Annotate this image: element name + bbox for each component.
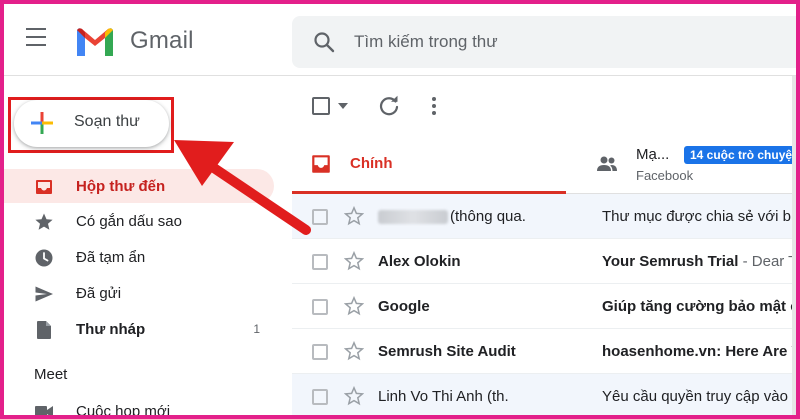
send-icon <box>35 286 53 302</box>
email-list: (thông qua. Thư mục được chia sẻ với b A… <box>292 194 796 415</box>
subject-text: Giúp tăng cường bảo mật c <box>602 298 799 315</box>
menu-line <box>26 28 46 30</box>
search-bar[interactable] <box>292 16 796 68</box>
inbox-icon <box>36 180 52 194</box>
refresh-icon[interactable] <box>378 95 400 117</box>
sidebar-item-starred[interactable]: Có gắn dấu sao <box>4 204 274 238</box>
email-row[interactable]: Linh Vo Thi Anh (th. Yêu cầu quyền truy … <box>292 374 796 415</box>
star-outline-icon[interactable] <box>344 341 364 361</box>
search-input[interactable] <box>354 28 774 56</box>
subject-text: Your Semrush Trial <box>602 253 739 270</box>
gmail-m-icon <box>77 28 113 56</box>
sidebar-item-label: Hộp thư đến <box>76 178 166 195</box>
email-sender: Alex Olokin <box>378 253 461 270</box>
select-all-checkbox[interactable] <box>312 97 330 115</box>
star-outline-icon[interactable] <box>344 296 364 316</box>
meet-section-title: Meet <box>34 366 68 383</box>
sidebar: Soạn thư Hộp thư đến Có gắn dấu sao Đã t… <box>4 76 292 419</box>
blurred-sender-name <box>378 210 448 225</box>
email-row[interactable]: (thông qua. Thư mục được chia sẻ với b <box>292 194 796 239</box>
sidebar-item-label: Đã gửi <box>76 285 122 302</box>
mail-toolbar <box>292 76 796 134</box>
more-vert-icon[interactable] <box>424 95 444 117</box>
sidebar-item-label: Thư nháp <box>76 321 146 338</box>
email-sender: Linh Vo Thi Anh (th. <box>378 388 509 405</box>
search-icon[interactable] <box>312 30 336 54</box>
email-sender: Google <box>378 298 430 315</box>
main-menu-button[interactable] <box>26 28 52 50</box>
sidebar-item-inbox[interactable]: Hộp thư đến <box>4 169 274 203</box>
email-subject: hoasenhome.vn: Here Are Y <box>602 343 800 360</box>
top-bar: Gmail <box>4 4 796 76</box>
sender-text: (thông qua. <box>450 208 526 225</box>
tab-label: Mạ... <box>636 146 670 163</box>
right-edge-strip <box>792 76 796 415</box>
sidebar-item-drafts[interactable]: Thư nháp 1 <box>4 312 274 346</box>
star-icon <box>35 213 53 230</box>
row-checkbox[interactable] <box>312 344 328 360</box>
clock-icon <box>35 249 53 267</box>
people-icon <box>597 156 617 171</box>
tab-sub-label: Facebook <box>636 168 694 183</box>
email-subject: Giúp tăng cường bảo mật c <box>602 298 799 315</box>
inbox-icon <box>312 155 330 173</box>
tab-primary[interactable]: Chính <box>292 134 566 194</box>
email-sender: (thông qua. <box>378 208 526 225</box>
tab-social[interactable]: Mạ... 14 cuộc trò chuyện Facebook <box>582 134 796 194</box>
email-row[interactable]: Google Giúp tăng cường bảo mật c <box>292 284 796 329</box>
email-row[interactable]: Alex Olokin Your Semrush Trial - Dear T <box>292 239 796 284</box>
gmail-logo[interactable]: Gmail <box>74 24 194 58</box>
email-row[interactable]: Semrush Site Audit hoasenhome.vn: Here A… <box>292 329 796 374</box>
row-checkbox[interactable] <box>312 209 328 225</box>
email-sender: Semrush Site Audit <box>378 343 516 360</box>
sidebar-item-count: 1 <box>253 322 260 336</box>
row-checkbox[interactable] <box>312 299 328 315</box>
sidebar-item-sent[interactable]: Đã gửi <box>4 276 274 310</box>
sidebar-item-new-meeting[interactable]: Cuộc họp mới <box>4 394 274 419</box>
star-outline-icon[interactable] <box>344 206 364 226</box>
star-outline-icon[interactable] <box>344 386 364 406</box>
video-icon <box>35 406 53 415</box>
email-snippet: - Dear T <box>738 253 798 270</box>
draft-icon <box>37 321 51 339</box>
menu-line <box>26 36 46 38</box>
sidebar-item-label: Có gắn dấu sao <box>76 213 182 230</box>
sidebar-item-label: Cuộc họp mới <box>76 403 171 419</box>
row-checkbox[interactable] <box>312 389 328 405</box>
app-name: Gmail <box>130 27 194 54</box>
chevron-down-icon[interactable] <box>338 103 348 109</box>
main-panel: Chính Mạ... 14 cuộc trò chuyện Facebook <box>292 76 796 415</box>
compose-button[interactable]: Soạn thư <box>14 100 169 147</box>
subject-text: hoasenhome.vn: Here Are Y <box>602 343 800 360</box>
subject-text: Yêu cầu quyền truy cập vào <box>602 388 788 405</box>
screenshot-frame: Gmail Soạn thư Hộp thư đến <box>0 0 800 419</box>
compose-label: Soạn thư <box>74 113 140 130</box>
email-subject: Your Semrush Trial - Dear T <box>602 253 798 270</box>
email-subject: Thư mục được chia sẻ với b <box>602 208 791 225</box>
plus-icon <box>31 112 53 134</box>
category-tabs: Chính Mạ... 14 cuộc trò chuyện Facebook <box>292 134 796 194</box>
sidebar-item-snoozed[interactable]: Đã tạm ẩn <box>4 240 274 274</box>
new-conversations-badge: 14 cuộc trò chuyện <box>684 146 796 164</box>
email-subject: Yêu cầu quyền truy cập vào <box>602 388 788 405</box>
star-outline-icon[interactable] <box>344 251 364 271</box>
sidebar-item-label: Đã tạm ẩn <box>76 249 146 266</box>
subject-text: Thư mục được chia sẻ với b <box>602 208 791 225</box>
menu-line <box>26 44 46 46</box>
tab-label: Chính <box>350 155 393 172</box>
row-checkbox[interactable] <box>312 254 328 270</box>
